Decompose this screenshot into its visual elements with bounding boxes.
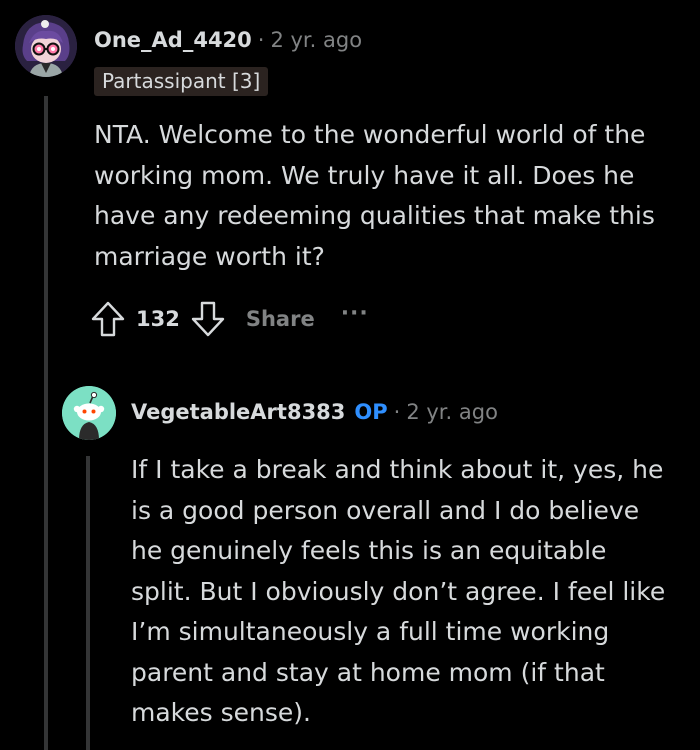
op-badge: OP (354, 400, 388, 424)
reply-user-avatar[interactable] (62, 386, 116, 440)
share-button[interactable]: Share (246, 307, 315, 331)
downvote-icon[interactable] (190, 300, 226, 338)
vote-score: 132 (136, 307, 180, 331)
username[interactable]: One_Ad_4420 (94, 28, 252, 52)
reply-timestamp[interactable]: 2 yr. ago (406, 400, 498, 424)
anime-character-avatar-icon (15, 15, 77, 77)
reply-username[interactable]: VegetableArt8383 (131, 400, 345, 424)
more-options-button[interactable]: ··· (341, 301, 369, 326)
reply-separator: · (393, 400, 401, 424)
user-flair: Partassipant [3] (94, 67, 269, 96)
comment-body: NTA. Welcome to the wonderful world of t… (94, 120, 655, 271)
comment-actions: 132 Share ··· (90, 300, 369, 338)
snoo-default-avatar-icon (62, 386, 116, 440)
comment-header: One_Ad_4420 · 2 yr. ago (94, 28, 362, 52)
thread-line-main[interactable] (44, 96, 48, 750)
user-avatar[interactable] (15, 15, 77, 77)
reply-header: VegetableArt8383 OP · 2 yr. ago (131, 400, 498, 424)
separator: · (257, 28, 265, 52)
thread-line-reply[interactable] (86, 456, 90, 750)
upvote-icon[interactable] (90, 300, 126, 338)
timestamp[interactable]: 2 yr. ago (270, 28, 362, 52)
reply-body: If I take a break and think about it, ye… (131, 455, 666, 727)
